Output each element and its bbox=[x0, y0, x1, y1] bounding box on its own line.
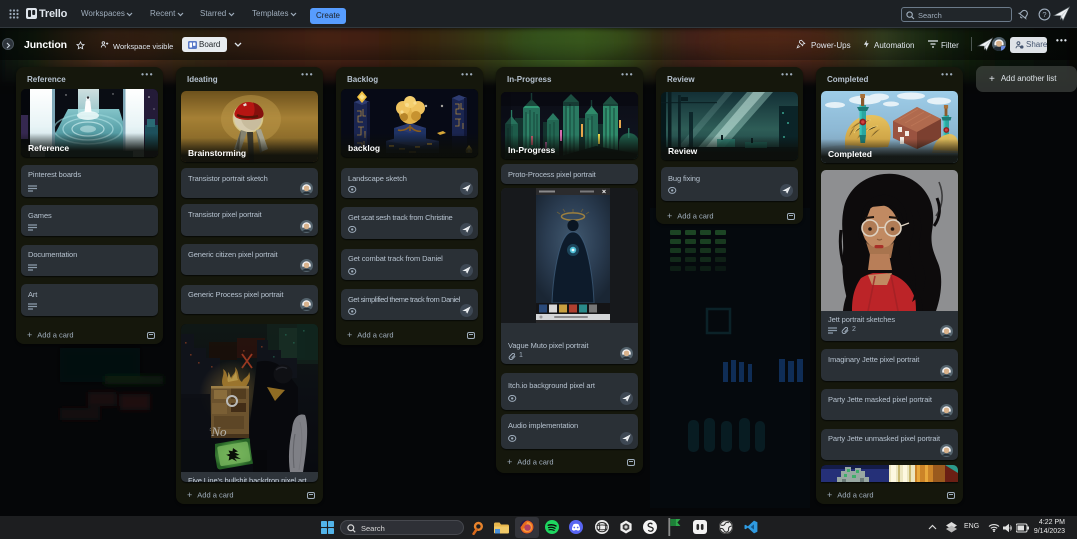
svg-text:?: ? bbox=[1042, 10, 1046, 19]
